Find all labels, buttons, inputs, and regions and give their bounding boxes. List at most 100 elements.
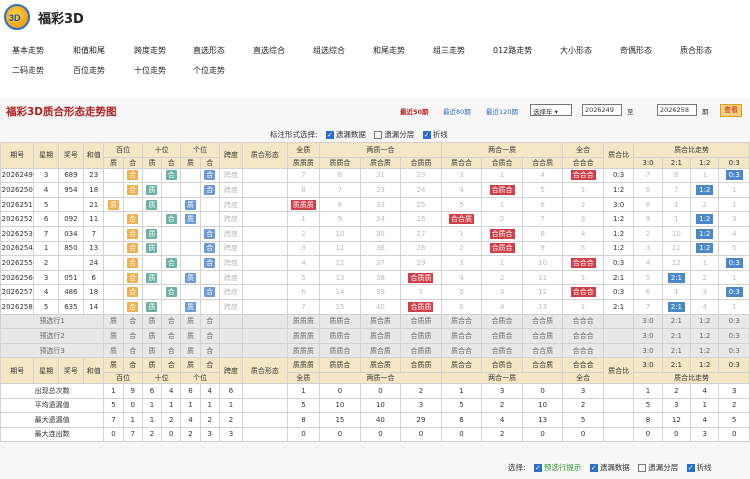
nav-link-5[interactable]: 组选综合 — [313, 45, 345, 56]
stat-ratio-cell — [602, 426, 635, 443]
pred-prime-cell: 质 — [180, 342, 201, 359]
nav-link-12[interactable]: 二码走势 — [12, 65, 44, 76]
weekday-cell: 7 — [33, 225, 59, 242]
pattern-zzz-cell: 1 — [286, 211, 321, 227]
pattern-cell — [242, 255, 288, 271]
query-button[interactable]: 查看 — [720, 104, 742, 117]
stat-digit-cell: 6 — [180, 382, 201, 399]
pattern-zhz-header: 质合质 — [359, 156, 402, 169]
stat-ratio-trend-cell: 5 — [718, 412, 750, 428]
checkbox-preselect-hint[interactable]: ✓ — [533, 464, 542, 472]
pred-ratio-r1-cell: 3:0 — [633, 328, 663, 344]
pattern-hzz-cell: 合质质 — [400, 298, 442, 315]
ratio-hit-mark: 2:1 — [667, 301, 685, 312]
ratio-cell: 3:0 — [602, 196, 635, 213]
pred-pattern-hzz-cell: 合质质 — [400, 328, 442, 344]
weekday-cell: 2 — [33, 255, 59, 271]
nav-link-0[interactable]: 基本走势 — [12, 45, 44, 56]
pred-pattern-cell — [242, 313, 288, 330]
ratio-trend-cell: 9 — [633, 211, 663, 227]
ratio-trend-cell: 1 — [661, 211, 692, 227]
start-issue-input[interactable]: 2026249 — [582, 104, 622, 116]
end-issue-input[interactable]: 2026258 — [657, 104, 697, 116]
ratio-trend-cell: 11 — [661, 240, 692, 257]
stat-pattern-cell: 0 — [400, 426, 442, 443]
period-cell: 2026253 — [0, 225, 35, 242]
nav-link-7[interactable]: 组三走势 — [433, 45, 465, 56]
two-composite-header: 两合一质 — [440, 142, 564, 158]
stat-ratio-trend-cell: 3 — [718, 382, 750, 399]
recent-80-link[interactable]: 最近80期 — [443, 106, 471, 116]
table-row: 预选行1 质合质合质合质质质 质质合 质合质 合质质 质合合 合质合 合合质 合合合 3:0 2:1… — [0, 313, 750, 330]
nav-link-14[interactable]: 十位走势 — [134, 65, 166, 76]
ratio-trend-cell: 6 — [661, 167, 692, 184]
digit-composite-cell — [199, 298, 220, 315]
table-row: 2026250 4 954 18 合质合跨度 8 7 33 24 4 合质合 5 1 1:2 8 7 1:2 1 — [0, 182, 750, 198]
checkbox-polyline[interactable]: ✓ — [422, 131, 431, 139]
pred-pattern-zzz-cell: 质质质 — [286, 328, 321, 344]
pattern-zhz-cell: 37 — [359, 255, 402, 271]
weekday-header: 星期 — [33, 142, 59, 169]
ratio-cell: 1:2 — [602, 211, 635, 227]
two-prime-header: 两质一合 — [319, 371, 442, 384]
pred-pattern-hzh-cell: 合质合 — [481, 328, 523, 344]
stat-label: 最大连出数 — [0, 426, 105, 443]
digit-composite-cell — [161, 196, 182, 213]
digit-prime-cell: 质 — [180, 211, 201, 227]
recent-50-link[interactable]: 最近50期 — [400, 106, 429, 116]
pattern-cell — [242, 240, 288, 257]
nav-link-10[interactable]: 奇偶形态 — [620, 45, 652, 56]
pattern-hhh-cell: 1 — [562, 182, 604, 198]
nav-link-1[interactable]: 和值和尾 — [73, 45, 105, 56]
pattern-cell — [242, 182, 288, 198]
table-row: 最大连出数 0 7 2 0 2 3 3 0 0 0 0 0 2 0 0 0 0 3 0 — [0, 426, 750, 443]
digit-composite-cell: 合 — [122, 225, 143, 242]
recent-120-link[interactable]: 最近120期 — [486, 106, 518, 116]
year-select[interactable]: 选择年 ▾ — [530, 104, 572, 116]
nav-link-13[interactable]: 百位走势 — [73, 65, 105, 76]
ratio-trend-cell: 4 — [690, 298, 720, 315]
units-header: 个位 — [180, 371, 220, 384]
checkbox-missing-layer[interactable] — [374, 131, 383, 139]
ratio-hit-mark: 0:3 — [725, 257, 743, 268]
nav-link-11[interactable]: 质合形态 — [680, 45, 712, 56]
site-name: 福彩3D — [38, 12, 84, 27]
display-options-label: 选择: — [508, 463, 526, 472]
stat-digit-cell: 2 — [161, 412, 182, 428]
digit-prime-cell: 质 — [103, 196, 124, 213]
table-row: 平均遗漏值 5 0 1 1 1 1 1 5 10 10 3 5 2 10 2 5 3 1 2 — [0, 397, 750, 414]
pattern-hhz-cell: 6 — [521, 196, 564, 213]
pattern-hhz-cell: 10 — [521, 255, 564, 271]
checkbox-missing-layer-2[interactable] — [638, 464, 647, 472]
stat-pattern-cell: 2 — [481, 426, 523, 443]
digit-mark: 质 — [146, 228, 158, 239]
logo[interactable]: 3D — [4, 4, 30, 30]
stat-pattern-cell: 0 — [319, 382, 361, 399]
digit-composite-cell: 合 — [199, 182, 220, 198]
digit-mark: 合 — [127, 184, 139, 195]
checkbox-polyline-2[interactable]: ✓ — [686, 464, 695, 472]
pattern-zzz-cell: 7 — [286, 298, 321, 315]
digit-mark: 合 — [165, 257, 177, 268]
checkbox-missing-data-2[interactable]: ✓ — [589, 464, 598, 472]
pattern-zzh-header: 质质合 — [319, 357, 361, 373]
checkbox-missing-data[interactable]: ✓ — [325, 131, 334, 139]
ratio-trend-cell: 1:2 — [690, 211, 720, 227]
period-cell: 2026254 — [0, 240, 35, 257]
prime-header: 质 — [180, 156, 201, 169]
nav-link-3[interactable]: 直选形态 — [193, 45, 225, 56]
pred-pattern-zhh-cell: 质合合 — [440, 328, 483, 344]
nav-link-6[interactable]: 和尾走势 — [373, 45, 405, 56]
pattern-hit-mark: 合合合 — [570, 287, 596, 298]
nav-link-4[interactable]: 直选综合 — [253, 45, 285, 56]
nav-link-15[interactable]: 个位走势 — [193, 65, 225, 76]
nav-link-2[interactable]: 跨度走势 — [134, 45, 166, 56]
prime-header: 质 — [103, 357, 124, 373]
digit-composite-cell: 合 — [199, 255, 220, 271]
nav-link-8[interactable]: 012路走势 — [493, 45, 532, 56]
weekday-cell: 4 — [33, 182, 59, 198]
weekday-cell: 4 — [33, 284, 59, 300]
ratio-trend-cell: 10 — [661, 225, 692, 242]
sum-cell: 14 — [83, 298, 105, 315]
nav-link-9[interactable]: 大小形态 — [560, 45, 592, 56]
